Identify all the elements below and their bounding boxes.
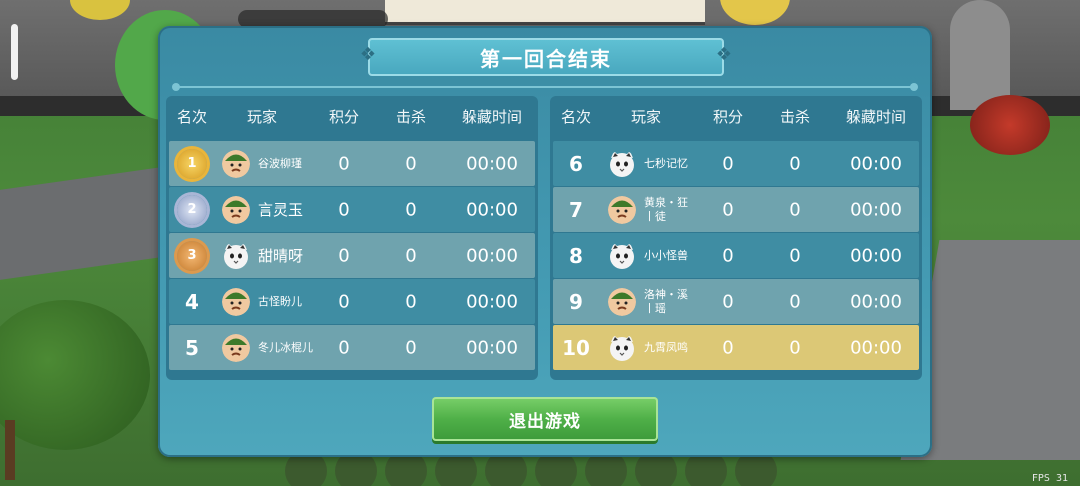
hide-time-value: 00:00 bbox=[850, 199, 902, 220]
kills-value: 0 bbox=[789, 245, 801, 266]
player-name: 冬儿冰棍儿 bbox=[258, 340, 313, 354]
kills-value: 0 bbox=[405, 337, 417, 358]
kills-value: 0 bbox=[789, 153, 801, 174]
scoreboard-left: 名次 玩家 积分 击杀 躲藏时间 1 谷波柳瑾 0 0 00:00 2 言灵玉 … bbox=[166, 96, 538, 380]
tree-trunk bbox=[5, 420, 15, 480]
table-row: 7 黄泉・狂丨徒 0 0 00:00 bbox=[553, 187, 919, 232]
rank-number: 4 bbox=[185, 289, 199, 314]
hide-time-value: 00:00 bbox=[850, 337, 902, 358]
kills-value: 0 bbox=[405, 245, 417, 266]
player-name: 九霄凤鸣 bbox=[644, 340, 688, 354]
player-name: 甜晴呀 bbox=[258, 246, 304, 265]
dialog-title: 第一回合结束 bbox=[480, 46, 612, 71]
header-player: 玩家 bbox=[630, 108, 662, 126]
table-row: 6 七秒记忆 0 0 00:00 bbox=[553, 141, 919, 186]
score-value: 0 bbox=[722, 245, 734, 266]
hunter-avatar-icon bbox=[222, 149, 250, 178]
cat-avatar-icon bbox=[608, 150, 636, 178]
hide-time-value: 00:00 bbox=[466, 153, 518, 174]
hide-time-value: 00:00 bbox=[466, 291, 518, 312]
table-row: 4 古怪盼儿 0 0 00:00 bbox=[169, 279, 535, 324]
table-row: 9 洛神・溪丨瑶 0 0 00:00 bbox=[553, 279, 919, 324]
red-bush bbox=[970, 95, 1050, 155]
cat-avatar-icon bbox=[608, 242, 636, 270]
fps-counter: FPS 31 bbox=[1031, 473, 1068, 484]
score-value: 0 bbox=[338, 245, 350, 266]
table-header: 名次 玩家 积分 击杀 躲藏时间 bbox=[550, 102, 922, 130]
side-drawer-handle[interactable] bbox=[11, 24, 18, 80]
hide-time-value: 00:00 bbox=[466, 337, 518, 358]
statue-decoration bbox=[950, 0, 1010, 110]
ornament-icon: ❖ bbox=[359, 44, 377, 65]
rank-number: 5 bbox=[185, 335, 199, 360]
gold-medal-icon: 1 bbox=[177, 148, 207, 179]
table-header: 名次 玩家 积分 击杀 躲藏时间 bbox=[166, 102, 538, 130]
hide-time-value: 00:00 bbox=[850, 245, 902, 266]
title-banner: ❖ 第一回合结束 ❖ bbox=[360, 38, 732, 76]
player-name: 七秒记忆 bbox=[644, 156, 688, 170]
hunter-avatar-icon bbox=[222, 195, 250, 224]
hide-time-value: 00:00 bbox=[466, 199, 518, 220]
cat-avatar-icon bbox=[222, 242, 250, 270]
table-row-self: 10 九霄凤鸣 0 0 00:00 bbox=[553, 325, 919, 370]
header-kills: 击杀 bbox=[779, 108, 811, 126]
header-rank: 名次 bbox=[176, 108, 208, 126]
score-value: 0 bbox=[722, 291, 734, 312]
hunter-avatar-icon bbox=[608, 287, 636, 316]
score-value: 0 bbox=[338, 153, 350, 174]
kills-value: 0 bbox=[789, 291, 801, 312]
silver-medal-icon: 2 bbox=[177, 194, 207, 225]
hunter-avatar-icon bbox=[608, 195, 636, 224]
player-name: 谷波柳瑾 bbox=[258, 156, 302, 170]
hunter-avatar-icon bbox=[222, 333, 250, 362]
player-name: 言灵玉 bbox=[258, 200, 304, 219]
hide-time-value: 00:00 bbox=[850, 153, 902, 174]
rank-number: 8 bbox=[569, 243, 583, 268]
score-value: 0 bbox=[338, 291, 350, 312]
player-name: 小小怪兽 bbox=[644, 248, 688, 262]
rank-number: 9 bbox=[569, 289, 583, 314]
exit-game-button[interactable]: 退出游戏 bbox=[432, 397, 658, 441]
table-row: 2 言灵玉 0 0 00:00 bbox=[169, 187, 535, 232]
table-row: 3 甜晴呀 0 0 00:00 bbox=[169, 233, 535, 278]
score-value: 0 bbox=[338, 337, 350, 358]
player-name: 洛神・溪丨瑶 bbox=[644, 287, 688, 315]
kills-value: 0 bbox=[789, 337, 801, 358]
ornament-icon: ❖ bbox=[715, 44, 733, 65]
kills-value: 0 bbox=[405, 199, 417, 220]
score-value: 0 bbox=[722, 337, 734, 358]
header-player: 玩家 bbox=[246, 108, 278, 126]
header-kills: 击杀 bbox=[395, 108, 427, 126]
rank-number: 10 bbox=[562, 335, 590, 360]
title-divider bbox=[172, 83, 918, 91]
bronze-medal-icon: 3 bbox=[177, 240, 207, 271]
cat-avatar-icon bbox=[608, 334, 636, 362]
hide-time-value: 00:00 bbox=[466, 245, 518, 266]
header-hide-time: 躲藏时间 bbox=[461, 108, 523, 126]
table-row: 5 冬儿冰棍儿 0 0 00:00 bbox=[169, 325, 535, 370]
kills-value: 0 bbox=[405, 291, 417, 312]
table-row: 8 小小怪兽 0 0 00:00 bbox=[553, 233, 919, 278]
hide-time-value: 00:00 bbox=[850, 291, 902, 312]
rank-number: 7 bbox=[569, 197, 583, 222]
score-value: 0 bbox=[338, 199, 350, 220]
kills-value: 0 bbox=[789, 199, 801, 220]
score-value: 0 bbox=[722, 153, 734, 174]
kills-value: 0 bbox=[405, 153, 417, 174]
header-score: 积分 bbox=[328, 108, 360, 126]
header-score: 积分 bbox=[712, 108, 744, 126]
table-row: 1 谷波柳瑾 0 0 00:00 bbox=[169, 141, 535, 186]
scoreboard-right: 名次 玩家 积分 击杀 躲藏时间 6 七秒记忆 0 0 00:00 7 黄泉・狂… bbox=[550, 96, 922, 380]
player-name: 古怪盼儿 bbox=[258, 294, 302, 308]
score-value: 0 bbox=[722, 199, 734, 220]
header-hide-time: 躲藏时间 bbox=[845, 108, 907, 126]
round-result-dialog: ❖ 第一回合结束 ❖ 名次 玩家 积分 击杀 躲藏时间 1 谷波柳瑾 0 0 0… bbox=[158, 26, 932, 457]
rank-number: 6 bbox=[569, 151, 583, 176]
building-sign bbox=[385, 0, 705, 25]
header-rank: 名次 bbox=[560, 108, 592, 126]
hunter-avatar-icon bbox=[222, 287, 250, 316]
player-name: 黄泉・狂丨徒 bbox=[644, 195, 688, 223]
